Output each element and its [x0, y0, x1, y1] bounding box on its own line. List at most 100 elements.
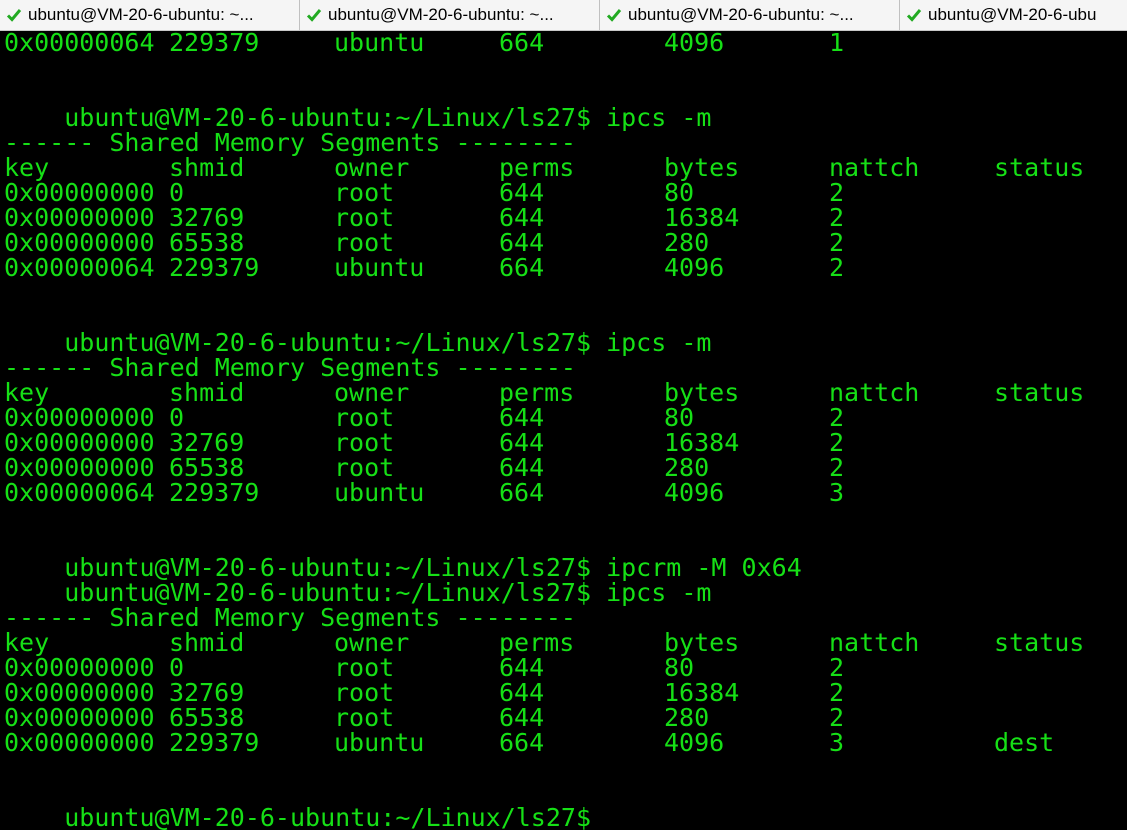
section-header: ------ Shared Memory Segments --------: [4, 128, 576, 157]
terminal-output[interactable]: 0x00000064 229379 ubuntu 664 4096 1 ubun…: [0, 30, 1127, 830]
cell-bytes: 80: [664, 403, 695, 432]
cell-key: 0x00000000: [4, 428, 155, 457]
cell-owner: root: [334, 703, 395, 732]
cell-shmid: 65538: [169, 228, 245, 257]
cell-nattch: 2: [829, 228, 845, 257]
command-line[interactable]: ubuntu@VM-20-6-ubuntu:~/Linux/ls27$: [4, 780, 591, 830]
column-header-nattch: nattch: [829, 628, 920, 657]
column-header-owner: owner: [334, 153, 410, 182]
cell-key: 0x00000000: [4, 203, 155, 232]
command-line: ubuntu@VM-20-6-ubuntu:~/Linux/ls27$ ipcr…: [4, 530, 802, 580]
table-row: 0x00000000 65538 root 644 280 2: [4, 705, 844, 730]
cell-owner: root: [334, 428, 395, 457]
cell-bytes: 16384: [664, 678, 740, 707]
cell-perms: 644: [499, 453, 545, 482]
column-header-shmid: shmid: [169, 628, 245, 657]
cell-perms: 644: [499, 653, 545, 682]
cell-owner: root: [334, 178, 395, 207]
table-row: 0x00000000 229379 ubuntu 664 4096 3 dest: [4, 730, 1054, 755]
tab-title: ubuntu@VM-20-6-ubuntu: ~...: [328, 5, 554, 24]
column-header-key: key: [4, 378, 50, 407]
cell-nattch: 1: [829, 30, 845, 57]
cell-key: 0x00000000: [4, 453, 155, 482]
column-header-owner: owner: [334, 378, 410, 407]
column-header-owner: owner: [334, 628, 410, 657]
table-row: 0x00000064 229379 ubuntu 664 4096 1: [4, 30, 844, 55]
cell-bytes: 280: [664, 703, 710, 732]
column-header-shmid: shmid: [169, 153, 245, 182]
check-icon: [606, 9, 622, 22]
check-icon: [906, 9, 922, 22]
cell-key: 0x00000000: [4, 703, 155, 732]
cell-owner: ubuntu: [334, 478, 425, 507]
cell-perms: 644: [499, 428, 545, 457]
table-header: key shmid owner perms bytes nattch statu…: [4, 628, 1084, 657]
cell-shmid: 0: [169, 653, 185, 682]
column-header-key: key: [4, 628, 50, 657]
table-row: 0x00000000 32769 root 644 16384 2: [4, 205, 844, 230]
command-line: ubuntu@VM-20-6-ubuntu:~/Linux/ls27$ ipcs…: [4, 80, 711, 130]
tab-title: ubuntu@VM-20-6-ubu: [928, 5, 1097, 24]
table-header: key shmid owner perms bytes nattch statu…: [4, 378, 1084, 407]
cell-nattch: 3: [829, 478, 845, 507]
cell-shmid: 65538: [169, 453, 245, 482]
cell-owner: ubuntu: [334, 728, 425, 757]
cell-shmid: 229379: [169, 30, 260, 57]
cell-shmid: 229379: [169, 253, 260, 282]
column-header-nattch: nattch: [829, 153, 920, 182]
cell-bytes: 80: [664, 653, 695, 682]
command: ipcs -m: [606, 103, 712, 132]
column-header-perms: perms: [499, 378, 575, 407]
command: ipcs -m: [606, 578, 712, 607]
cell-bytes: 16384: [664, 428, 740, 457]
cell-nattch: 2: [829, 453, 845, 482]
tab-session-1[interactable]: ubuntu@VM-20-6-ubuntu: ~...: [0, 0, 300, 30]
table-row: 0x00000000 32769 root 644 16384 2: [4, 430, 844, 455]
column-header-bytes: bytes: [664, 153, 740, 182]
tab-session-2[interactable]: ubuntu@VM-20-6-ubuntu: ~...: [300, 0, 600, 30]
cell-nattch: 2: [829, 203, 845, 232]
table-row: 0x00000064 229379 ubuntu 664 4096 2: [4, 255, 844, 280]
table-row: 0x00000000 65538 root 644 280 2: [4, 230, 844, 255]
cell-shmid: 65538: [169, 703, 245, 732]
cell-perms: 664: [499, 253, 545, 282]
cell-key: 0x00000000: [4, 728, 155, 757]
cell-shmid: 0: [169, 403, 185, 432]
cell-bytes: 80: [664, 178, 695, 207]
table-row: 0x00000000 32769 root 644 16384 2: [4, 680, 844, 705]
tab-bar: ubuntu@VM-20-6-ubuntu: ~... ubuntu@VM-20…: [0, 0, 1127, 31]
cell-shmid: 32769: [169, 428, 245, 457]
cell-perms: 644: [499, 678, 545, 707]
cell-bytes: 4096: [664, 30, 725, 57]
cell-owner: ubuntu: [334, 253, 425, 282]
cell-perms: 644: [499, 203, 545, 232]
cell-owner: root: [334, 403, 395, 432]
cell-shmid: 32769: [169, 203, 245, 232]
cell-owner: root: [334, 203, 395, 232]
cell-nattch: 2: [829, 678, 845, 707]
command-line: ubuntu@VM-20-6-ubuntu:~/Linux/ls27$ ipcs…: [4, 305, 711, 355]
cell-nattch: 2: [829, 178, 845, 207]
section-header: ------ Shared Memory Segments --------: [4, 353, 576, 382]
cell-nattch: 2: [829, 403, 845, 432]
cell-status: dest: [994, 728, 1055, 757]
command-line: ubuntu@VM-20-6-ubuntu:~/Linux/ls27$ ipcs…: [4, 555, 711, 605]
cell-perms: 644: [499, 178, 545, 207]
cell-shmid: 229379: [169, 728, 260, 757]
tab-session-3[interactable]: ubuntu@VM-20-6-ubuntu: ~...: [600, 0, 900, 30]
cell-key: 0x00000000: [4, 653, 155, 682]
cell-nattch: 3: [829, 728, 845, 757]
cell-owner: root: [334, 228, 395, 257]
check-icon: [6, 9, 22, 22]
column-header-status: status: [994, 378, 1085, 407]
tab-session-4[interactable]: ubuntu@VM-20-6-ubu: [900, 0, 1127, 30]
column-header-key: key: [4, 153, 50, 182]
section-header: ------ Shared Memory Segments --------: [4, 603, 576, 632]
cell-key: 0x00000000: [4, 678, 155, 707]
cell-bytes: 4096: [664, 478, 725, 507]
cell-shmid: 32769: [169, 678, 245, 707]
cell-key: 0x00000000: [4, 228, 155, 257]
column-header-shmid: shmid: [169, 378, 245, 407]
cell-key: 0x00000064: [4, 253, 155, 282]
cell-bytes: 280: [664, 453, 710, 482]
